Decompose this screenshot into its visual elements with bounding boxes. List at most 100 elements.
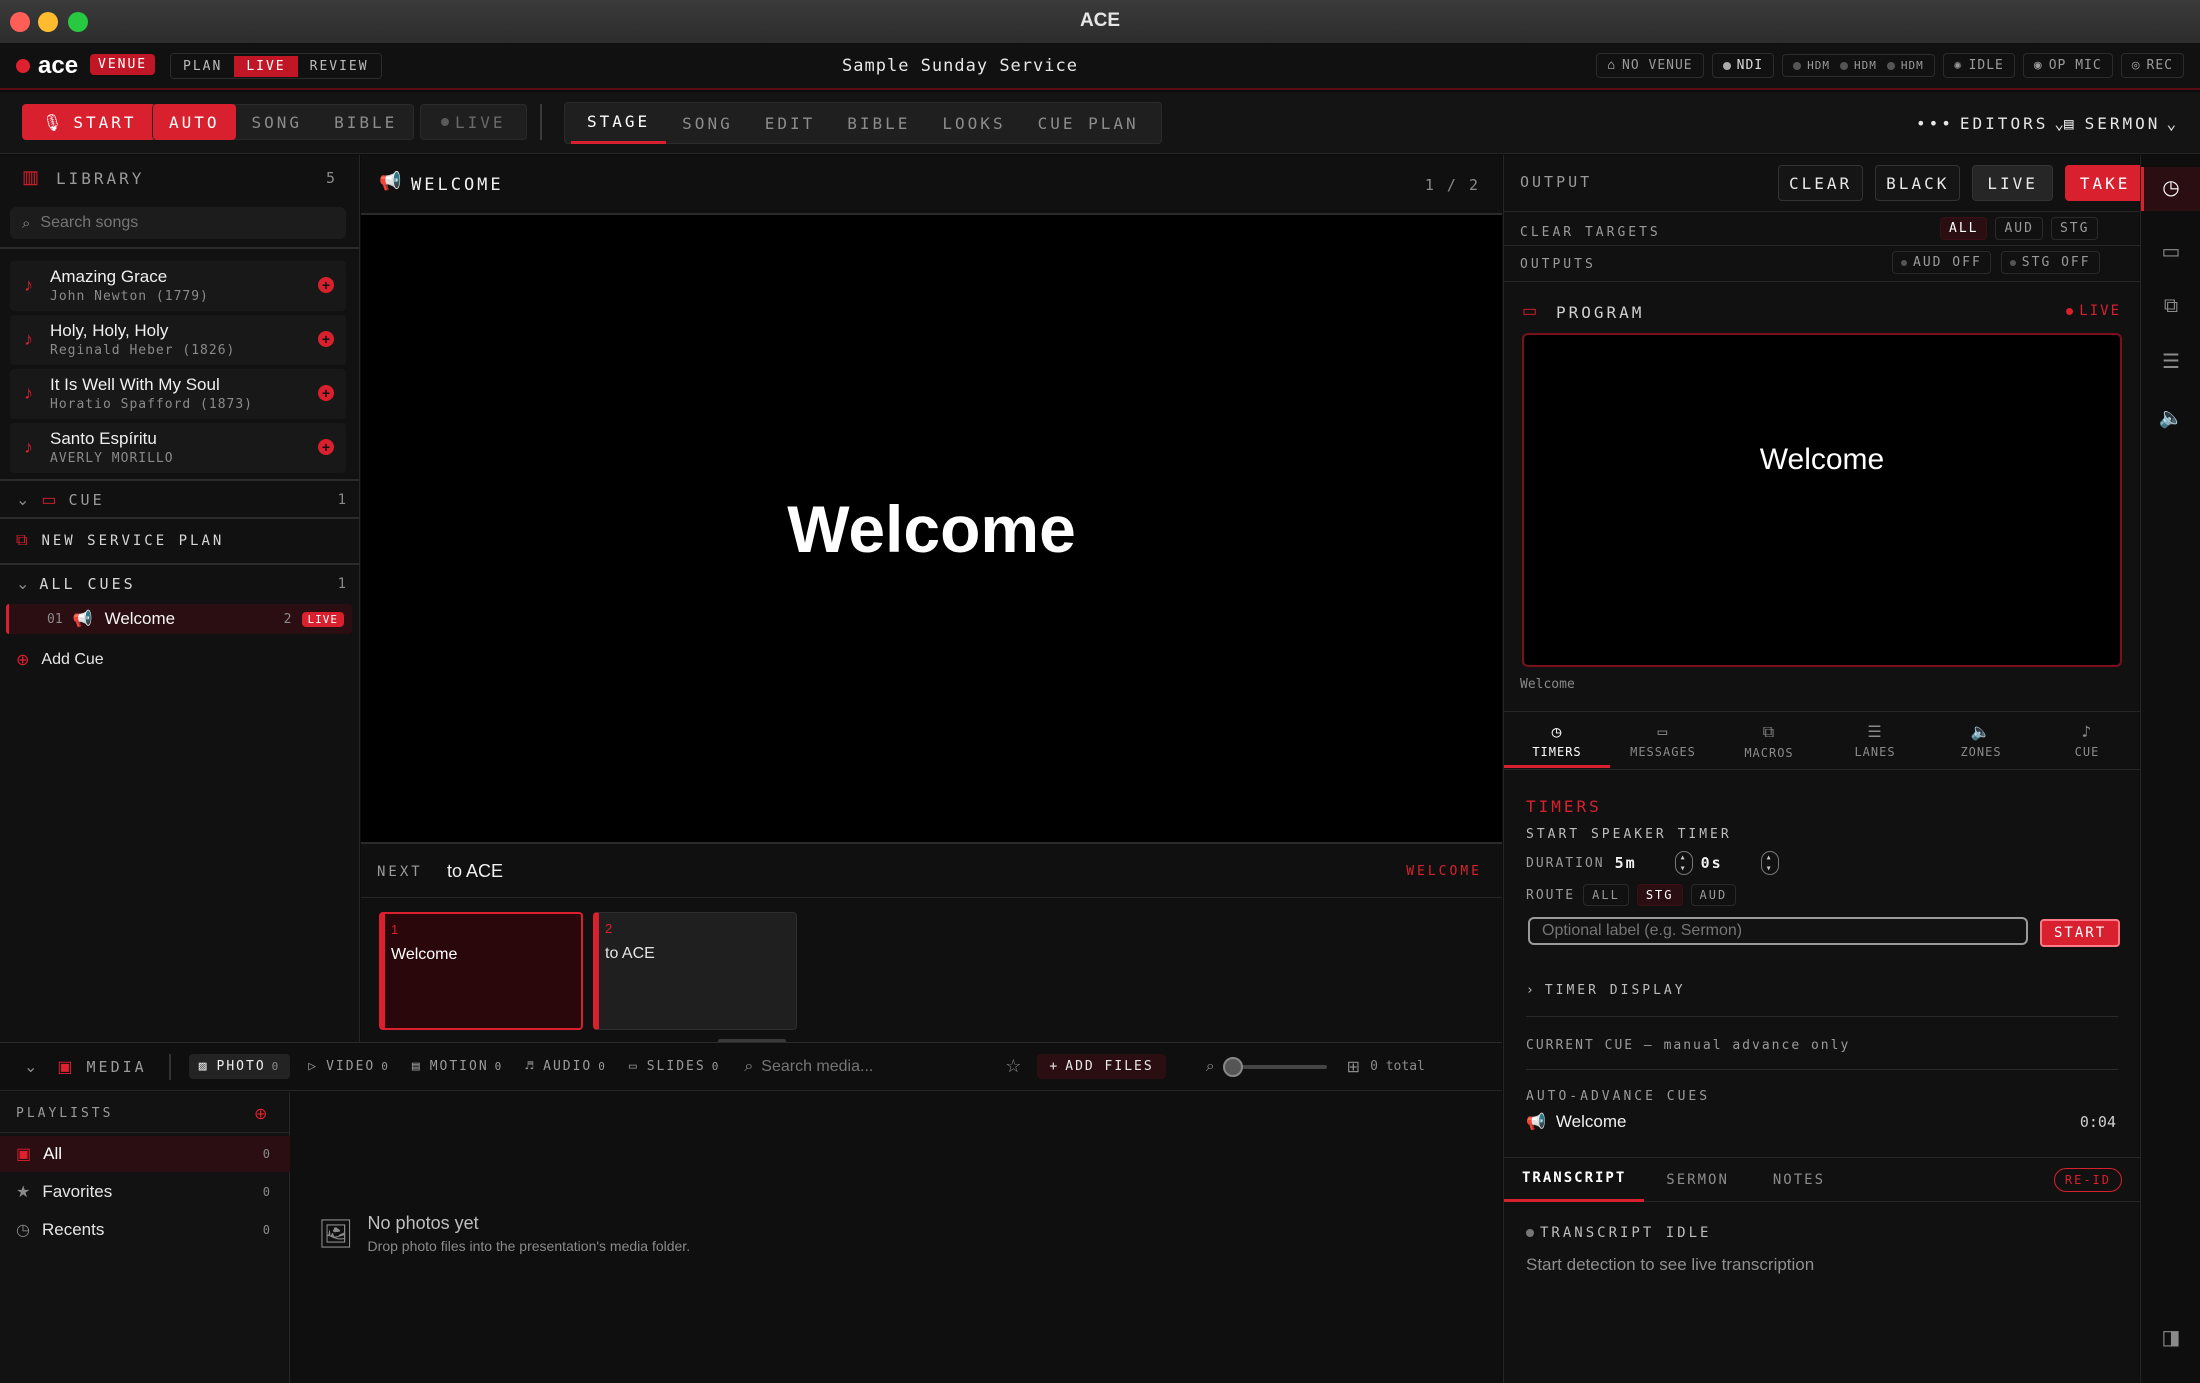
stg-output-toggle[interactable]: STG OFF <box>2000 251 2100 274</box>
cue-item[interactable]: 01 📢 Welcome 2 LIVE <box>6 604 352 634</box>
tab-cue[interactable]: ♪ CUE <box>2034 712 2140 768</box>
grid-icon[interactable]: ⊞ <box>1347 1057 1360 1077</box>
stage-preview[interactable]: Welcome <box>361 215 1502 842</box>
route-all[interactable]: ALL <box>1583 884 1629 906</box>
rec-status[interactable]: ◎ REC <box>2120 53 2184 78</box>
clear-target-aud[interactable]: AUD <box>1995 217 2043 240</box>
tab-song[interactable]: SONG <box>666 106 749 140</box>
media-tab-photo[interactable]: ▨ PHOTO 0 <box>188 1054 291 1079</box>
tab-transcript[interactable]: TRANSCRIPT <box>1504 1158 1645 1202</box>
add-cue-button[interactable]: ⊕ Add Cue <box>16 645 104 675</box>
slide-thumb-1[interactable]: 1 Welcome <box>379 912 583 1030</box>
sidebar-toggle-icon[interactable]: ◨ <box>2157 1325 2185 1353</box>
rail-timers[interactable]: ◷ <box>2141 167 2200 211</box>
tab-looks[interactable]: LOOKS <box>926 106 1021 140</box>
hdmi-status[interactable]: HDM HDM HDM <box>1782 54 1935 77</box>
venue-badge[interactable]: VENUE <box>90 54 156 75</box>
auto-advance-item[interactable]: 📢 Welcome 0:04 <box>1526 1109 2120 1135</box>
start-timer-button[interactable]: START <box>2040 919 2121 947</box>
tab-macros[interactable]: ⧉ MACROS <box>1716 712 1822 768</box>
tab-lanes[interactable]: ☰ LANES <box>1822 712 1928 768</box>
sermon-menu[interactable]: ▤ SERMON ⌄ <box>2048 106 2195 140</box>
program-monitor[interactable]: Welcome <box>1522 333 2122 667</box>
all-cues-header[interactable]: ⌄ ALL CUES 1 <box>16 569 346 599</box>
duration-minutes[interactable]: 5m <box>1615 854 1675 872</box>
take-button[interactable]: TAKE <box>2064 165 2146 201</box>
tab-timers[interactable]: ◷ TIMERS <box>1504 712 1610 768</box>
add-song-button[interactable]: + <box>318 331 334 347</box>
tab-bible[interactable]: BIBLE <box>831 106 926 140</box>
aud-output-toggle[interactable]: AUD OFF <box>1892 251 1991 274</box>
add-song-button[interactable]: + <box>318 439 334 455</box>
tab-stage[interactable]: STAGE <box>571 102 667 144</box>
playlist-item-recents[interactable]: ◷ Recents 0 <box>0 1212 290 1248</box>
timer-label-input[interactable] <box>1528 917 2028 945</box>
mode-plan[interactable]: PLAN <box>171 56 234 77</box>
add-playlist-icon[interactable]: ⊕ <box>254 1104 267 1124</box>
song-item[interactable]: ♪ Santo Espíritu AVERLY MORILLO + <box>10 423 346 473</box>
playlist-item-all[interactable]: ▣ All 0 <box>0 1136 290 1172</box>
clear-button[interactable]: CLEAR <box>1778 165 1864 201</box>
black-button[interactable]: BLACK <box>1875 165 1961 201</box>
live-button[interactable]: LIVE <box>1972 165 2053 201</box>
source-bible[interactable]: BIBLE <box>318 105 413 139</box>
song-item[interactable]: ♪ Holy, Holy, Holy Reginald Heber (1826)… <box>10 315 346 365</box>
media-tab-motion[interactable]: ▤ MOTION 0 <box>404 1056 511 1077</box>
add-files-button[interactable]: + ADD FILES <box>1037 1054 1166 1079</box>
media-search-input[interactable] <box>761 1057 992 1076</box>
chevron-down-icon[interactable]: ⌄ <box>24 1057 37 1077</box>
tab-messages[interactable]: ▭ MESSAGES <box>1610 712 1716 768</box>
mode-review[interactable]: REVIEW <box>298 56 381 77</box>
live-toggle[interactable]: LIVE <box>420 104 527 140</box>
song-item[interactable]: ♪ It Is Well With My Soul Horatio Spaffo… <box>10 369 346 419</box>
start-button[interactable]: 🎙 START <box>22 104 157 140</box>
source-song[interactable]: SONG <box>236 105 319 139</box>
minutes-stepper[interactable]: ▴ ▾ <box>1674 851 1693 875</box>
clear-targets: ALL AUD STG <box>1940 217 2099 240</box>
mode-live[interactable]: LIVE <box>234 55 298 77</box>
slides-icon: ▭ <box>628 1059 639 1074</box>
clear-target-stg[interactable]: STG <box>2050 217 2099 240</box>
auto-advance-label: AUTO-ADVANCE CUES <box>1526 1089 1711 1104</box>
venue-status[interactable]: ⌂ NO VENUE <box>1596 53 1704 78</box>
message-icon[interactable]: ▭ <box>2157 239 2185 267</box>
tab-zones[interactable]: 🔈 ZONES <box>1928 712 2034 768</box>
add-song-button[interactable]: + <box>318 277 334 293</box>
new-service-plan-button[interactable]: ⧉ NEW SERVICE PLAN <box>16 525 224 557</box>
timer-display-toggle[interactable]: › TIMER DISPLAY <box>1526 983 1686 998</box>
source-auto[interactable]: AUTO <box>153 104 236 140</box>
media-tab-slides[interactable]: ▭ SLIDES 0 <box>621 1056 728 1077</box>
re-id-button[interactable]: RE-ID <box>2053 1167 2122 1192</box>
add-song-button[interactable]: + <box>318 385 334 401</box>
duration-seconds[interactable]: 0s <box>1701 854 1761 872</box>
idle-status[interactable]: ✺ IDLE <box>1942 53 2015 78</box>
star-icon[interactable]: ☆ <box>1005 1056 1021 1077</box>
preview-text: Welcome <box>787 491 1076 566</box>
route-aud[interactable]: AUD <box>1690 884 1737 906</box>
macro-icon[interactable]: ⧉ <box>2157 295 2185 323</box>
speaker-icon[interactable]: 🔈 <box>2157 405 2185 433</box>
op-mic-status[interactable]: ◉ OP MIC <box>2022 53 2113 78</box>
playlist-item-favorites[interactable]: ★ Favorites 0 <box>0 1174 290 1210</box>
media-tab-audio[interactable]: ♬ AUDIO 0 <box>517 1056 615 1077</box>
thumbnail-size-slider[interactable] <box>1222 1056 1327 1077</box>
sliders-icon[interactable]: ☰ <box>2157 349 2185 377</box>
search-input[interactable] <box>40 214 321 232</box>
service-title[interactable]: Sample Sunday Service <box>780 56 1140 76</box>
app-bar: ace VENUE PLAN LIVE REVIEW Sample Sunday… <box>0 44 2200 90</box>
slider-thumb[interactable] <box>1222 1056 1243 1077</box>
slide-thumb-2[interactable]: 2 to ACE <box>593 912 797 1030</box>
song-item[interactable]: ♪ Amazing Grace John Newton (1779) + <box>10 261 346 311</box>
clear-target-all[interactable]: ALL <box>1940 217 1988 240</box>
route-stg[interactable]: STG <box>1636 884 1683 906</box>
tab-sermon[interactable]: SERMON <box>1644 1163 1751 1197</box>
seconds-stepper[interactable]: ▴ ▾ <box>1760 851 1779 875</box>
library-search[interactable]: ⌕ <box>10 207 346 239</box>
tool-rail: ◷ ▭ ⧉ ☰ 🔈 ◨ <box>2140 155 2200 1383</box>
tab-edit[interactable]: EDIT <box>749 106 832 140</box>
ndi-status[interactable]: NDI <box>1711 53 1775 78</box>
cue-section-header[interactable]: ⌄ ▭ CUE 1 <box>16 485 346 515</box>
media-tab-video[interactable]: ▷ VIDEO 0 <box>300 1056 398 1077</box>
tab-notes[interactable]: NOTES <box>1751 1163 1847 1197</box>
tab-cue-plan[interactable]: CUE PLAN <box>1022 106 1155 140</box>
